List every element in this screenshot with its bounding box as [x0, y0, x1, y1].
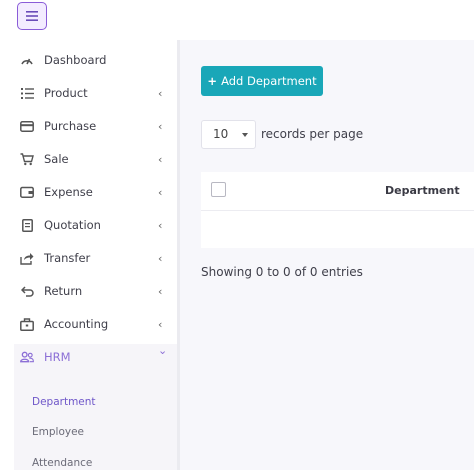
- chevron-left-icon: ‹: [158, 185, 163, 199]
- chevron-left-icon: ‹: [158, 119, 163, 133]
- chevron-left-icon: ‹: [158, 251, 163, 265]
- records-per-page-label: records per page: [261, 127, 364, 141]
- add-department-label: Add Department: [221, 74, 317, 88]
- sidebar-item-label: Expense: [44, 185, 93, 199]
- chevron-left-icon: ‹: [158, 152, 163, 166]
- credit-card-icon: [20, 119, 34, 133]
- sidebar-item-dashboard[interactable]: Dashboard: [0, 44, 177, 76]
- chevron-down-icon: ⌄: [158, 344, 168, 357]
- cart-icon: [20, 152, 34, 166]
- chevron-left-icon: ‹: [158, 317, 163, 331]
- sidebar-item-hrm[interactable]: HRM ⌄: [0, 341, 177, 373]
- chevron-left-icon: ‹: [158, 284, 163, 298]
- briefcase-icon: [20, 317, 34, 331]
- sidebar-item-transfer[interactable]: Transfer ‹: [0, 242, 177, 274]
- sidebar-item-label: Accounting: [44, 317, 109, 331]
- sidebar-item-label: Sale: [44, 152, 69, 166]
- users-icon: [20, 350, 34, 364]
- sidebar-item-quotation[interactable]: Quotation ‹: [0, 209, 177, 241]
- top-bar: [0, 0, 474, 40]
- menu-toggle-button[interactable]: [17, 2, 47, 30]
- sidebar-item-accounting[interactable]: Accounting ‹: [0, 308, 177, 340]
- sidebar-subitem-attendance[interactable]: Attendance: [32, 457, 92, 469]
- sidebar-item-product[interactable]: Product ‹: [0, 77, 177, 109]
- document-icon: [20, 218, 34, 232]
- sidebar-item-label: Return: [44, 284, 83, 298]
- chevron-left-icon: ‹: [158, 218, 163, 232]
- column-header-department[interactable]: Department: [385, 184, 460, 197]
- main-content: + Add Department 10 records per page Dep…: [180, 40, 474, 470]
- sidebar-item-return[interactable]: Return ‹: [0, 275, 177, 307]
- sidebar-item-label: Quotation: [44, 218, 101, 232]
- page-length-select[interactable]: 10: [201, 120, 256, 149]
- return-icon: [20, 284, 34, 298]
- list-icon: [20, 86, 34, 100]
- sidebar-item-expense[interactable]: Expense ‹: [0, 176, 177, 208]
- table-header-row: Department: [201, 172, 474, 211]
- table-info-text: Showing 0 to 0 of 0 entries: [201, 265, 363, 279]
- page-length-value: 10: [213, 127, 229, 141]
- sidebar-item-label: Purchase: [44, 119, 97, 133]
- caret-down-icon: [242, 133, 248, 137]
- share-icon: [20, 251, 34, 265]
- sidebar-subitem-employee[interactable]: Employee: [32, 426, 84, 438]
- add-department-button[interactable]: + Add Department: [201, 66, 323, 96]
- chevron-left-icon: ‹: [158, 86, 163, 100]
- sidebar-item-label: Product: [44, 86, 88, 100]
- sidebar: Dashboard Product ‹ Purchase ‹ Sale ‹ Ex…: [0, 40, 180, 470]
- sidebar-subitem-department[interactable]: Department: [32, 396, 96, 408]
- sidebar-item-label: Transfer: [44, 251, 91, 265]
- sidebar-item-label: HRM: [44, 350, 71, 364]
- wallet-icon: [20, 185, 34, 199]
- dashboard-icon: [20, 53, 34, 67]
- sidebar-item-sale[interactable]: Sale ‹: [0, 143, 177, 175]
- select-all-checkbox[interactable]: [211, 182, 226, 197]
- sidebar-item-purchase[interactable]: Purchase ‹: [0, 110, 177, 142]
- plus-icon: +: [207, 74, 218, 88]
- sidebar-item-label: Dashboard: [44, 53, 107, 67]
- department-table: Department: [201, 172, 474, 248]
- menu-icon: [26, 11, 38, 21]
